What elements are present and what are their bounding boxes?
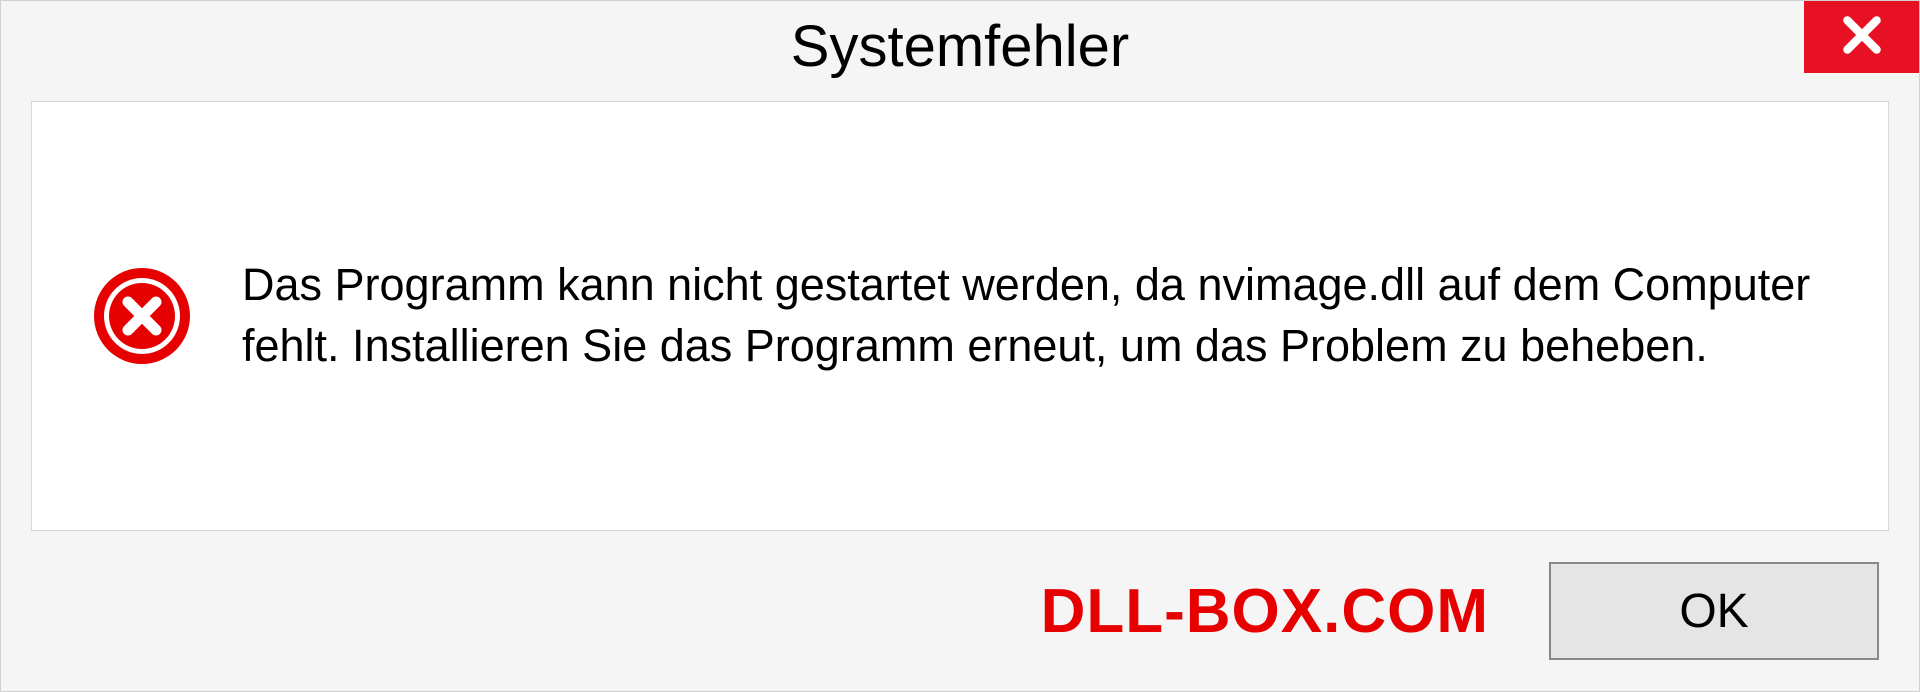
dialog-title: Systemfehler bbox=[791, 13, 1129, 80]
watermark-text: DLL-BOX.COM bbox=[1041, 576, 1489, 647]
footer: DLL-BOX.COM OK bbox=[1, 531, 1919, 691]
ok-button[interactable]: OK bbox=[1549, 562, 1879, 660]
content-area: Das Programm kann nicht gestartet werden… bbox=[31, 101, 1889, 531]
error-dialog: Systemfehler Das Programm kann nicht ges… bbox=[0, 0, 1920, 692]
close-icon bbox=[1840, 13, 1884, 62]
error-message: Das Programm kann nicht gestartet werden… bbox=[242, 255, 1828, 377]
titlebar: Systemfehler bbox=[1, 1, 1919, 91]
close-button[interactable] bbox=[1804, 1, 1919, 73]
error-icon bbox=[92, 266, 192, 366]
